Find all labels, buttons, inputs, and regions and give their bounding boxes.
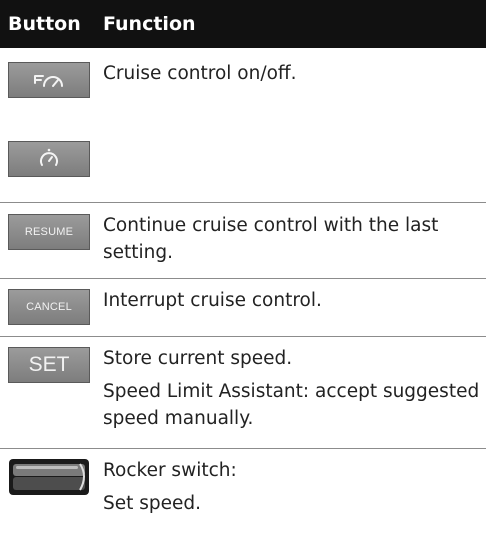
resume-button[interactable]: RESUME (8, 214, 90, 250)
header-button: Button (8, 13, 81, 35)
cancel-label: CANCEL (26, 301, 72, 313)
button-cell (0, 48, 103, 202)
speedometer-button[interactable] (8, 141, 90, 177)
table-row: RESUME Continue cruise control with the … (0, 203, 486, 279)
button-cell: CANCEL (0, 279, 103, 336)
cancel-button[interactable]: CANCEL (8, 289, 90, 325)
button-cell: SET (0, 337, 103, 448)
function-text: Interrupt cruise control. (103, 290, 322, 311)
rocker-switch-icon (9, 459, 89, 495)
header-function: Function (103, 13, 196, 35)
table-row: Cruise control on/off. (0, 48, 486, 203)
function-text: Cruise control on/off. (103, 63, 297, 84)
resume-label: RESUME (24, 226, 74, 238)
table-row: Rocker switch: Set speed. (0, 449, 486, 535)
function-cell: Rocker switch: Set speed. (103, 449, 486, 535)
function-text: Rocker switch: (103, 460, 237, 481)
function-cell: Interrupt cruise control. (103, 279, 486, 336)
button-cell: RESUME (0, 203, 103, 278)
function-table: Button Function Cruise control on/off. R… (0, 0, 486, 535)
cruise-control-button[interactable] (8, 62, 90, 98)
set-button[interactable]: SET (8, 347, 90, 383)
set-label: SET (28, 353, 70, 376)
function-text: Continue cruise control with the last se… (103, 215, 439, 263)
function-cell: Continue cruise control with the last se… (103, 203, 486, 278)
cruise-control-icon (34, 75, 63, 87)
function-cell: Cruise control on/off. (103, 48, 486, 202)
function-cell: Store current speed. Speed Limit Assista… (103, 337, 486, 448)
function-text: Speed Limit Assistant: accept suggested … (103, 381, 480, 429)
table-header: Button Function (0, 0, 486, 48)
rocker-switch[interactable] (8, 459, 90, 495)
function-text: Set speed. (103, 493, 202, 514)
speedometer-icon (40, 148, 58, 166)
function-text: Store current speed. (103, 348, 293, 369)
table-row: CANCEL Interrupt cruise control. (0, 279, 486, 337)
button-cell (0, 449, 103, 535)
table-row: SET Store current speed. Speed Limit Ass… (0, 337, 486, 449)
